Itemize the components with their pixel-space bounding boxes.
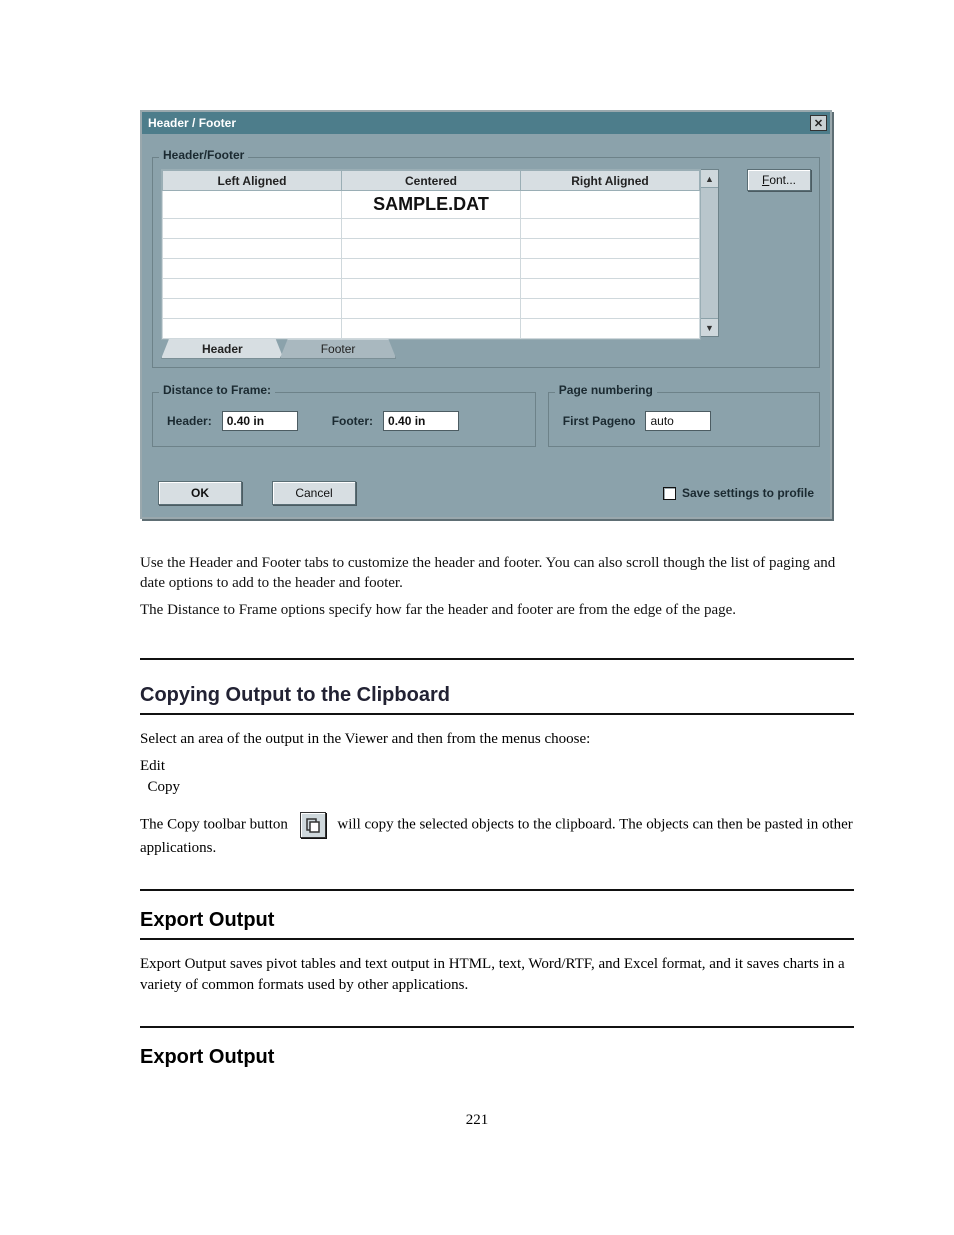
- grid-row[interactable]: [163, 299, 700, 319]
- heading-export-1: Export Output: [140, 889, 854, 940]
- menu-edit: Edit: [140, 758, 165, 774]
- ok-label: OK: [191, 486, 209, 500]
- group-header-footer-legend: Header/Footer: [159, 148, 248, 162]
- scroll-up-icon[interactable]: ▲: [701, 170, 718, 188]
- tab-header[interactable]: Header: [161, 339, 284, 359]
- font-button-rest: ont...: [769, 173, 796, 187]
- group-header-footer: Header/Footer Left Aligned Centered Righ…: [152, 157, 820, 368]
- paragraph: Select an area of the output in the View…: [140, 729, 854, 750]
- tab-header-label: Header: [202, 342, 243, 356]
- font-button[interactable]: Font...: [747, 169, 811, 191]
- close-icon: ✕: [814, 117, 823, 130]
- cancel-button[interactable]: Cancel: [272, 481, 356, 505]
- col-right: Right Aligned: [521, 171, 700, 191]
- header-footer-grid[interactable]: Left Aligned Centered Right Aligned SAMP…: [161, 169, 701, 340]
- grid-row[interactable]: [163, 219, 700, 239]
- save-settings-checkbox[interactable]: Save settings to profile: [663, 486, 814, 500]
- dialog-titlebar: Header / Footer ✕: [142, 112, 830, 134]
- distance-header-input[interactable]: 0.40 in: [222, 411, 298, 431]
- distance-footer-input[interactable]: 0.40 in: [383, 411, 459, 431]
- grid-row[interactable]: SAMPLE.DAT: [163, 191, 700, 219]
- p5-pre: The Copy toolbar button: [140, 816, 288, 832]
- menu-copy: Copy: [148, 779, 181, 795]
- group-page-numbering: Page numbering First Pageno auto: [548, 392, 820, 447]
- doc-body: Use the Header and Footer tabs to custom…: [140, 553, 854, 620]
- page-number: 221: [466, 1112, 489, 1129]
- paragraph: Export Output saves pivot tables and tex…: [140, 954, 854, 996]
- dialog-title: Header / Footer: [148, 116, 236, 130]
- cancel-label: Cancel: [295, 486, 332, 500]
- distance-footer-label: Footer:: [332, 414, 373, 428]
- first-pageno-label: First Pageno: [563, 414, 636, 428]
- paragraph-with-icon: The Copy toolbar button will copy the se…: [140, 812, 854, 859]
- grid-row[interactable]: [163, 279, 700, 299]
- copy-toolbar-icon: [300, 812, 326, 838]
- col-left: Left Aligned: [163, 171, 342, 191]
- distance-header-label: Header:: [167, 414, 212, 428]
- col-center: Centered: [342, 171, 521, 191]
- sample-cell[interactable]: SAMPLE.DAT: [342, 191, 521, 219]
- menu-path: Edit Copy: [140, 756, 854, 798]
- close-button[interactable]: ✕: [810, 115, 827, 131]
- distance-header-value: 0.40 in: [227, 414, 264, 428]
- group-distance-legend: Distance to Frame:: [159, 383, 275, 397]
- first-pageno-input[interactable]: auto: [645, 411, 711, 431]
- tab-footer-label: Footer: [321, 342, 356, 356]
- checkbox-icon: [663, 487, 676, 500]
- grid-row[interactable]: [163, 319, 700, 339]
- paragraph: Use the Header and Footer tabs to custom…: [140, 553, 854, 594]
- scroll-down-icon[interactable]: ▼: [701, 318, 718, 336]
- header-footer-dialog: Header / Footer ✕ Header/Footer Left Ali…: [140, 110, 832, 519]
- save-settings-label: Save settings to profile: [682, 486, 814, 500]
- font-button-accel: F: [762, 173, 769, 187]
- paragraph: The Distance to Frame options specify ho…: [140, 600, 854, 620]
- hf-tabs: Header Footer: [161, 339, 739, 359]
- grid-scrollbar[interactable]: ▲ ▼: [701, 169, 719, 337]
- ok-button[interactable]: OK: [158, 481, 242, 505]
- distance-footer-value: 0.40 in: [388, 414, 425, 428]
- scroll-track[interactable]: [701, 188, 718, 318]
- group-page-legend: Page numbering: [555, 383, 657, 397]
- grid-row[interactable]: [163, 239, 700, 259]
- heading-export-2: Export Output: [140, 1026, 854, 1069]
- group-distance: Distance to Frame: Header: 0.40 in Foote…: [152, 392, 536, 447]
- grid-row[interactable]: [163, 259, 700, 279]
- heading-clipboard: Copying Output to the Clipboard: [140, 658, 854, 715]
- first-pageno-value: auto: [650, 414, 673, 428]
- tab-footer[interactable]: Footer: [280, 339, 397, 359]
